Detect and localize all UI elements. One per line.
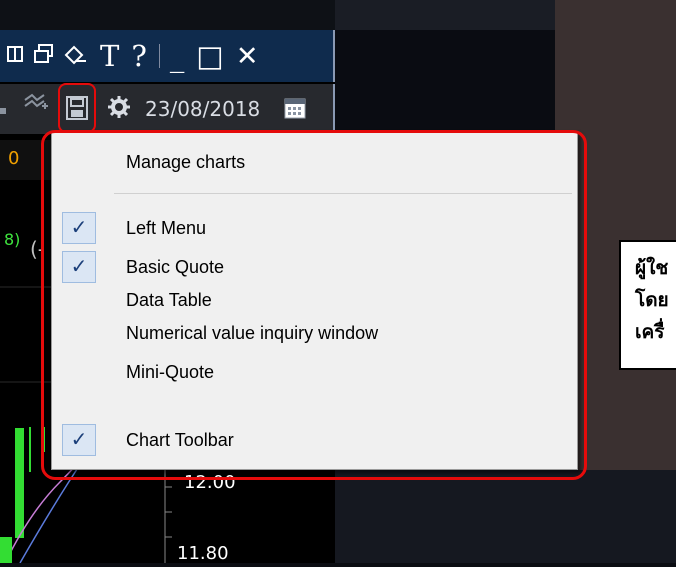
- tooltip-line: เครื่: [635, 321, 665, 343]
- close-button[interactable]: ✕: [236, 43, 259, 70]
- tooltip-line: โดย: [635, 289, 669, 311]
- calendar-icon[interactable]: [283, 96, 307, 126]
- y-axis-label: 11.80: [177, 543, 229, 564]
- restore-window-icon[interactable]: [6, 43, 26, 70]
- price-strip-value: 0: [8, 148, 20, 169]
- window-frame-top: [0, 0, 335, 30]
- save-icon-highlight: [58, 83, 96, 133]
- draw-pen-icon[interactable]: [62, 43, 88, 70]
- help-button[interactable]: ?: [131, 41, 147, 71]
- title-separator: [158, 44, 160, 68]
- minimize-button[interactable]: _: [170, 41, 185, 71]
- cascade-window-icon[interactable]: [32, 43, 56, 70]
- bg-bottom-panel: [335, 470, 676, 563]
- chart-tool-partial-icon[interactable]: [0, 94, 10, 126]
- menu-highlight: [41, 130, 587, 480]
- maximize-button[interactable]: □: [196, 41, 223, 71]
- gear-icon[interactable]: [107, 95, 131, 125]
- date-field[interactable]: 23/08/2018: [145, 97, 260, 121]
- chart-legend-value: 8): [4, 230, 21, 249]
- tooltip-line: ผู้ใช: [635, 257, 669, 279]
- chart-toolbar: 23/08/2018: [0, 84, 335, 134]
- text-tool-button[interactable]: T: [100, 41, 119, 71]
- chart-tool-icon[interactable]: [22, 92, 52, 128]
- annotation-tooltip: ผู้ใช โดย เครื่: [619, 240, 676, 370]
- chart-title-bar: T ? _ □ ✕: [0, 30, 335, 82]
